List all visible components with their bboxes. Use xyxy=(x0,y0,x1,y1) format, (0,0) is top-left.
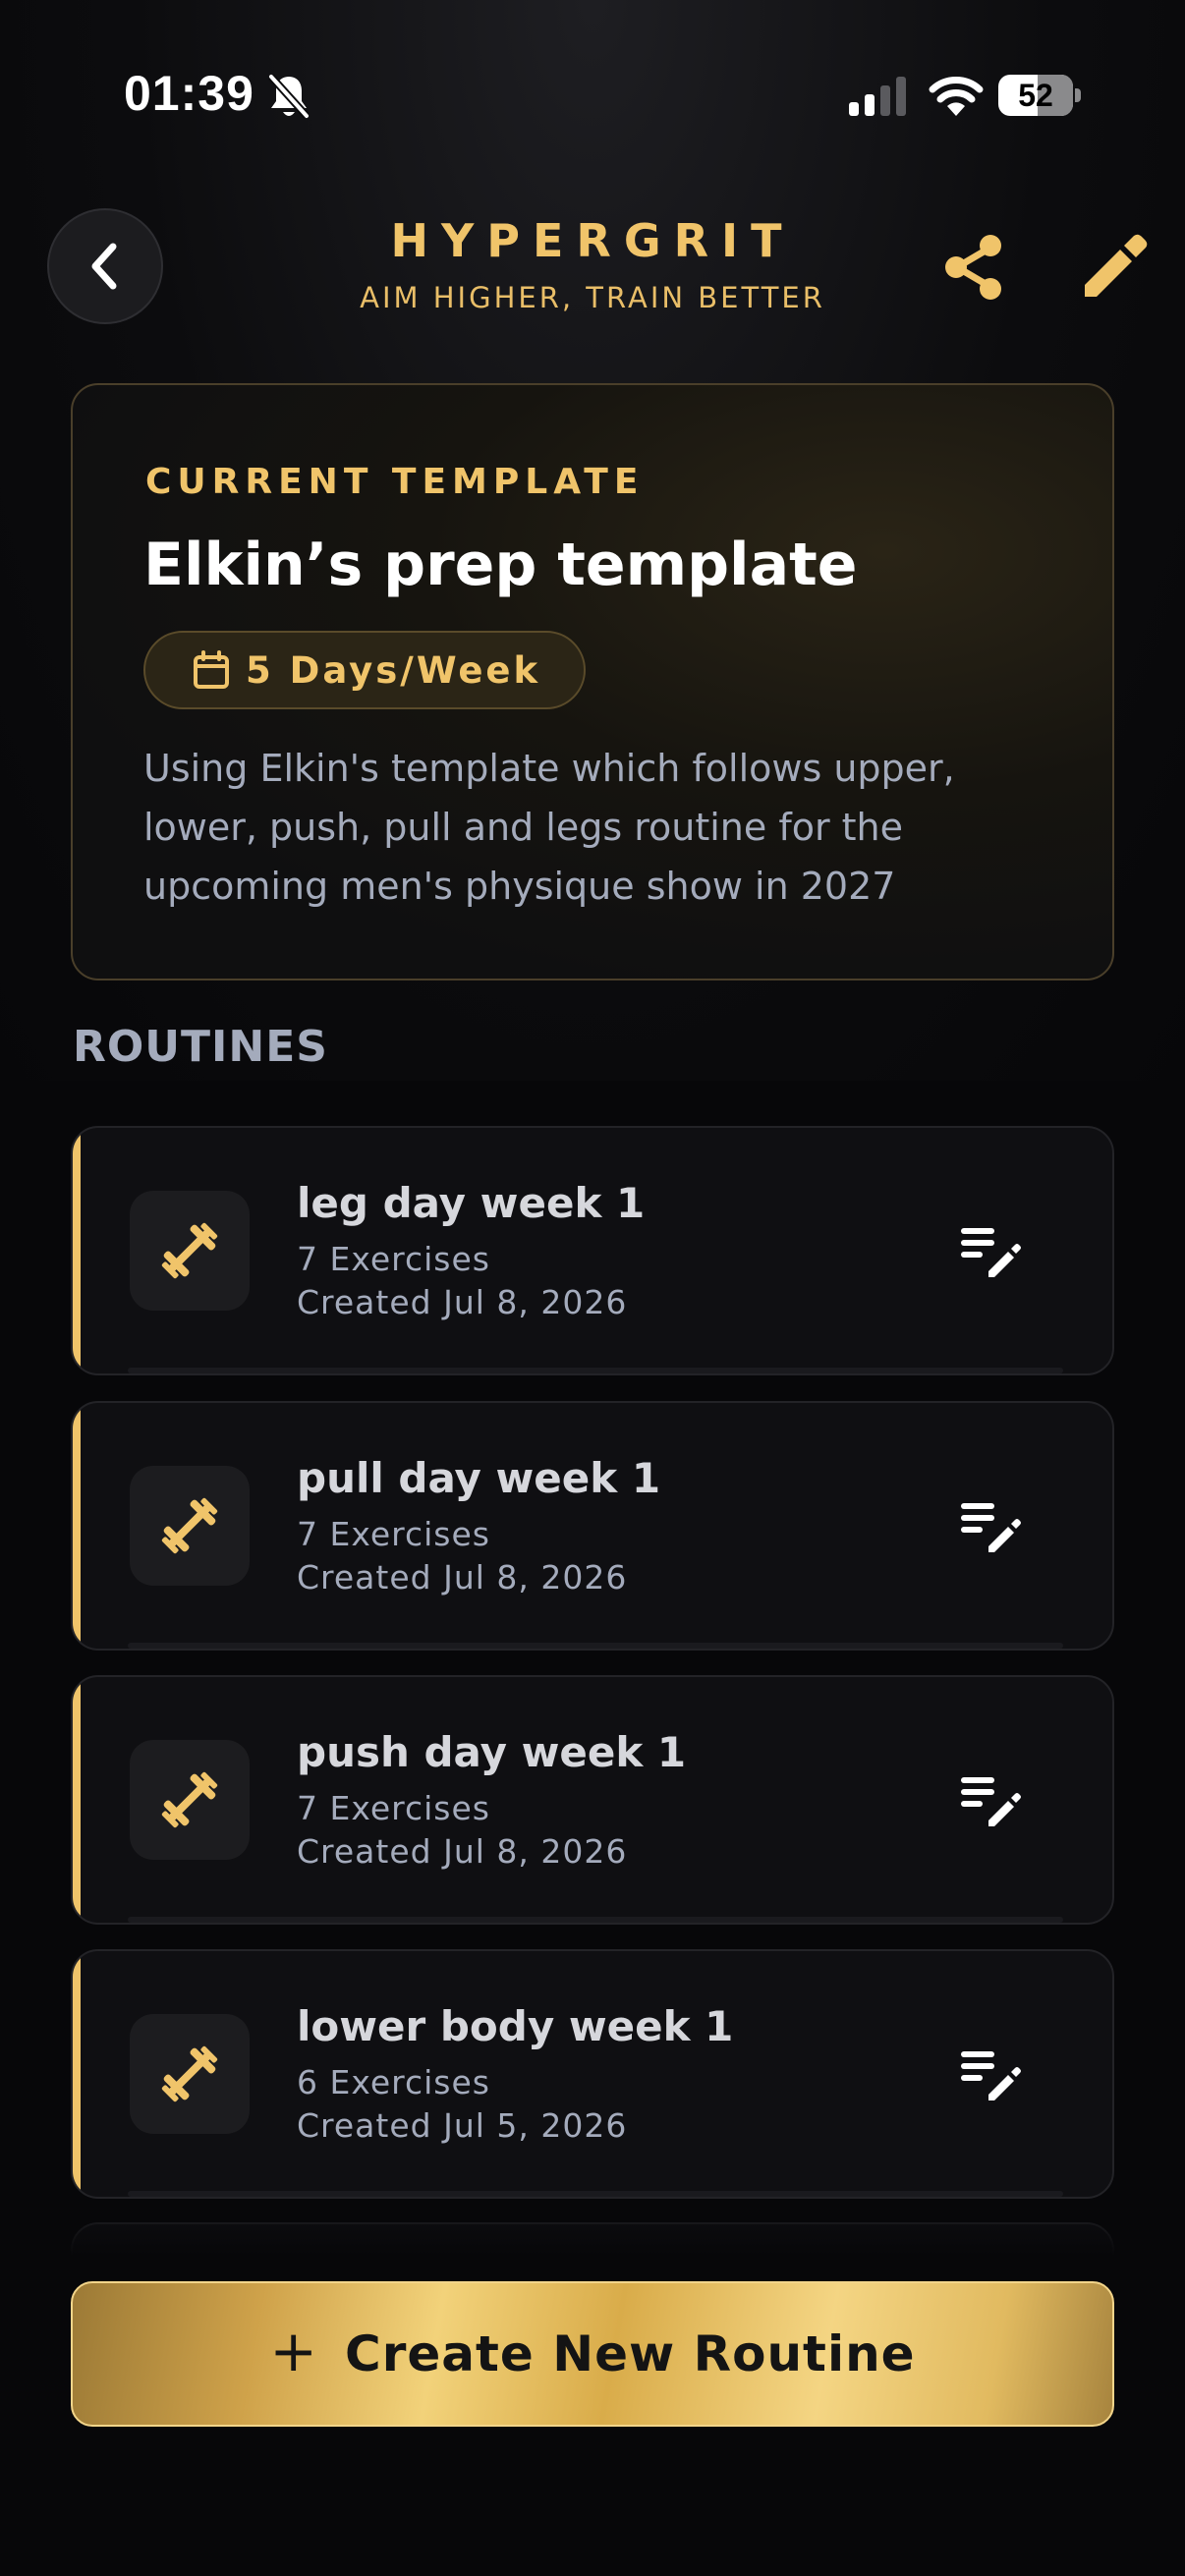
brand-title: HYPERGRIT xyxy=(390,214,795,267)
routine-icon-box xyxy=(130,1740,250,1860)
card-divider xyxy=(128,1643,1063,1649)
status-time: 01:39 xyxy=(124,66,254,121)
routine-exercise-count: 7 Exercises xyxy=(297,1789,490,1827)
bell-slash-icon xyxy=(268,74,310,119)
create-new-routine-button[interactable]: + Create New Routine xyxy=(71,2281,1114,2427)
status-bar: 01:39 52 xyxy=(0,0,1185,196)
card-divider xyxy=(128,2191,1063,2197)
routine-name: leg day week 1 xyxy=(297,1179,646,1227)
routine-card[interactable]: push day week 1 7 Exercises Created Jul … xyxy=(71,1675,1114,1925)
routine-card[interactable]: pull day week 1 7 Exercises Created Jul … xyxy=(71,1401,1114,1651)
routine-created-date: Created Jul 8, 2026 xyxy=(297,1558,628,1596)
routine-created-date: Created Jul 8, 2026 xyxy=(297,1283,628,1321)
card-divider xyxy=(128,1917,1063,1923)
routine-icon-box xyxy=(130,1191,250,1311)
routine-exercise-count: 6 Exercises xyxy=(297,2063,490,2101)
brand-header: HYPERGRIT AIM HIGHER, TRAIN BETTER xyxy=(295,214,890,314)
scroll-fade xyxy=(0,2201,1185,2279)
wifi-icon xyxy=(929,77,984,116)
dumbbell-icon xyxy=(161,1771,218,1828)
cellular-signal-icon xyxy=(849,77,906,116)
plus-icon: + xyxy=(269,2318,318,2384)
share-icon[interactable] xyxy=(939,232,1010,303)
frequency-badge: 5 Days/Week xyxy=(143,631,587,709)
back-button[interactable] xyxy=(47,208,163,324)
routine-created-date: Created Jul 8, 2026 xyxy=(297,1832,628,1871)
dumbbell-icon xyxy=(161,2045,218,2102)
battery-level: 52 xyxy=(1018,78,1053,113)
routine-accent-bar xyxy=(73,1128,81,1373)
edit-list-icon[interactable] xyxy=(959,1224,1022,1279)
dumbbell-icon xyxy=(161,1497,218,1554)
routine-name: lower body week 1 xyxy=(297,2002,734,2050)
chevron-left-icon xyxy=(91,243,117,290)
routine-accent-bar xyxy=(73,1677,81,1923)
routine-icon-box xyxy=(130,2014,250,2134)
create-button-label: Create New Routine xyxy=(345,2325,916,2382)
edit-list-icon[interactable] xyxy=(959,1499,1022,1554)
card-divider xyxy=(128,1368,1063,1373)
routine-name: pull day week 1 xyxy=(297,1454,661,1502)
dumbbell-icon xyxy=(161,1222,218,1279)
routine-name: push day week 1 xyxy=(297,1728,687,1776)
routine-card[interactable]: lower body week 1 6 Exercises Created Ju… xyxy=(71,1949,1114,2199)
routines-section-label: ROUTINES xyxy=(73,1022,328,1072)
routine-exercise-count: 7 Exercises xyxy=(297,1515,490,1553)
brand-subtitle: AIM HIGHER, TRAIN BETTER xyxy=(360,281,825,314)
routine-accent-bar xyxy=(73,1951,81,2197)
calendar-icon xyxy=(194,650,229,689)
template-label: CURRENT TEMPLATE xyxy=(145,462,645,502)
template-description: Using Elkin's template which follows upp… xyxy=(143,747,955,908)
routine-created-date: Created Jul 5, 2026 xyxy=(297,2106,628,2145)
routine-exercise-count: 7 Exercises xyxy=(297,1240,490,1278)
current-template-card: CURRENT TEMPLATE Elkin’s prep template 5… xyxy=(71,383,1114,980)
pencil-icon[interactable] xyxy=(1077,230,1152,305)
routine-card[interactable]: leg day week 1 7 Exercises Created Jul 8… xyxy=(71,1126,1114,1375)
frequency-text: 5 Days/Week xyxy=(246,648,541,692)
routine-accent-bar xyxy=(73,1403,81,1649)
battery-icon: 52 xyxy=(998,75,1081,116)
edit-list-icon[interactable] xyxy=(959,1773,1022,1828)
template-title: Elkin’s prep template xyxy=(143,531,858,599)
routine-icon-box xyxy=(130,1466,250,1586)
edit-list-icon[interactable] xyxy=(959,2047,1022,2102)
